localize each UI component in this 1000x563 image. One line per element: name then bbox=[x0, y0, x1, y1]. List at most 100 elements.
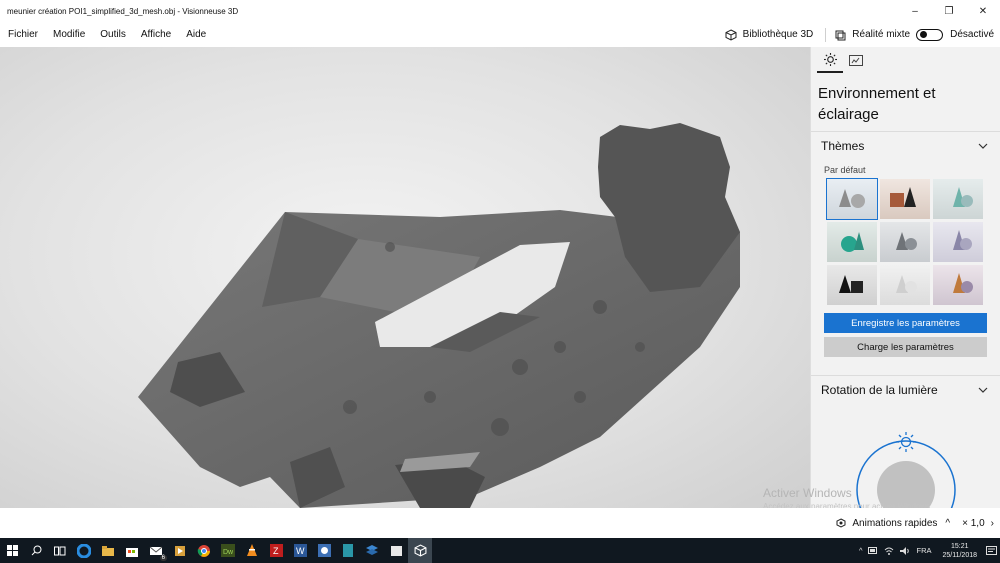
minimize-button[interactable]: – bbox=[898, 0, 932, 22]
menu-modifie[interactable]: Modifie bbox=[45, 29, 92, 40]
taskbar-3d-viewer[interactable] bbox=[408, 538, 432, 563]
restore-button[interactable]: ❐ bbox=[932, 0, 966, 22]
taskbar-edge[interactable] bbox=[72, 538, 96, 563]
chevron-down-icon bbox=[978, 143, 988, 149]
themes-section-header[interactable]: Thèmes bbox=[811, 131, 1000, 159]
theme-dark[interactable] bbox=[827, 265, 877, 305]
default-label: Par défaut bbox=[824, 165, 866, 175]
menu-fichier[interactable]: Fichier bbox=[0, 29, 45, 40]
vlc-icon bbox=[247, 544, 257, 556]
taskbar-explorer[interactable] bbox=[96, 538, 120, 563]
toggle-knob bbox=[920, 31, 928, 38]
rotation-label: Rotation de la lumière bbox=[821, 382, 938, 397]
language-indicator[interactable]: FRA bbox=[916, 546, 931, 555]
environment-panel: Environnement et éclairage Thèmes Par dé… bbox=[810, 47, 1000, 508]
themes-label: Thèmes bbox=[821, 138, 865, 153]
theme-sunset[interactable] bbox=[933, 265, 983, 305]
filezilla-icon: Z bbox=[269, 544, 283, 557]
zoom-level[interactable]: × 1,0 bbox=[962, 518, 985, 529]
clock[interactable]: 15:21 25/11/2018 bbox=[942, 542, 977, 560]
theme-preview-icon bbox=[953, 230, 972, 250]
window-title: meunier création POI1_simplified_3d_mesh… bbox=[7, 6, 239, 16]
library-3d-button[interactable]: Bibliothèque 3D bbox=[725, 28, 814, 41]
tray-chevron-up-icon[interactable]: ^ bbox=[859, 546, 863, 555]
save-settings-button[interactable]: Enregistre les paramètres bbox=[824, 313, 987, 333]
taskbar-vlc[interactable] bbox=[240, 538, 264, 563]
mail-icon bbox=[149, 546, 163, 555]
mixed-reality-toggle[interactable] bbox=[916, 28, 944, 41]
theme-preview-icon bbox=[839, 189, 865, 208]
theme-preview-icon bbox=[841, 232, 864, 252]
taskbar: 6 Dw Z W ^ FRA 15:21 25/11/2018 bbox=[0, 538, 1000, 563]
volume-icon[interactable] bbox=[900, 546, 910, 555]
3d-viewer-icon bbox=[414, 544, 426, 557]
menu-affiche[interactable]: Affiche bbox=[133, 29, 178, 40]
zoom-chevron-icon[interactable]: › bbox=[991, 518, 994, 529]
taskbar-word[interactable]: W bbox=[288, 538, 312, 563]
chevron-down-icon bbox=[978, 387, 988, 393]
taskbar-media[interactable] bbox=[168, 538, 192, 563]
tab-stats[interactable] bbox=[843, 47, 869, 73]
close-button[interactable]: ✕ bbox=[966, 0, 1000, 22]
taskbar-filezilla[interactable]: Z bbox=[264, 538, 288, 563]
teal-app-icon bbox=[343, 544, 353, 557]
theme-grid bbox=[811, 178, 1000, 305]
library-3d-label: Bibliothèque 3D bbox=[742, 29, 814, 40]
dreamweaver-icon: Dw bbox=[221, 544, 235, 557]
animations-label: Animations rapides bbox=[852, 517, 938, 529]
mixed-reality-control[interactable]: Réalité mixte Désactivé bbox=[834, 28, 994, 41]
taskbar-app-note[interactable] bbox=[384, 538, 408, 563]
theme-grey[interactable] bbox=[880, 222, 930, 262]
light-sun-icon bbox=[896, 432, 916, 452]
theme-green[interactable] bbox=[827, 222, 877, 262]
notifications-icon[interactable] bbox=[986, 545, 997, 556]
theme-lavender[interactable] bbox=[933, 222, 983, 262]
store-icon bbox=[126, 547, 138, 557]
theme-warm[interactable] bbox=[880, 179, 930, 219]
windows-logo-icon bbox=[6, 545, 18, 556]
svg-text:Dw: Dw bbox=[223, 549, 234, 556]
3d-viewport[interactable] bbox=[0, 47, 810, 508]
theme-preview-icon bbox=[896, 275, 917, 293]
rotation-section-header[interactable]: Rotation de la lumière bbox=[811, 375, 1000, 403]
mixed-reality-icon bbox=[835, 30, 846, 40]
wifi-icon[interactable] bbox=[884, 547, 894, 555]
taskbar-dreamweaver[interactable]: Dw bbox=[216, 538, 240, 563]
svg-text:Z: Z bbox=[273, 546, 279, 556]
panel-heading: Environnement et éclairage bbox=[818, 85, 936, 123]
note-app-icon bbox=[390, 545, 402, 556]
menu-outils[interactable]: Outils bbox=[92, 29, 133, 40]
theme-light[interactable] bbox=[880, 265, 930, 305]
battery-icon[interactable] bbox=[868, 547, 878, 554]
clock-date: 25/11/2018 bbox=[942, 551, 977, 559]
start-button[interactable] bbox=[0, 538, 24, 563]
mesh-model bbox=[138, 123, 740, 508]
load-settings-button[interactable]: Charge les paramètres bbox=[824, 337, 987, 357]
media-player-icon bbox=[175, 545, 185, 556]
stats-icon bbox=[849, 54, 863, 66]
menu-separator bbox=[825, 27, 827, 42]
activation-watermark: Activer Windows bbox=[763, 486, 852, 500]
taskbar-app-globe[interactable] bbox=[312, 538, 336, 563]
taskbar-chrome[interactable] bbox=[192, 538, 216, 563]
layers-app-icon bbox=[366, 545, 378, 555]
svg-text:W: W bbox=[296, 546, 305, 556]
taskbar-store[interactable] bbox=[120, 538, 144, 563]
theme-default[interactable] bbox=[826, 178, 878, 220]
folder-icon bbox=[102, 545, 114, 556]
taskbar-mail[interactable]: 6 bbox=[144, 538, 168, 563]
tab-lighting[interactable] bbox=[817, 47, 843, 73]
toggle-state-label: Désactivé bbox=[950, 29, 994, 40]
search-button[interactable] bbox=[24, 538, 48, 563]
chrome-icon bbox=[197, 544, 210, 557]
theme-preview-icon bbox=[896, 232, 917, 250]
animations-chevron-up-icon[interactable]: ^ bbox=[945, 518, 950, 529]
globe-app-icon bbox=[317, 544, 331, 557]
taskbar-app-teal[interactable] bbox=[336, 538, 360, 563]
cube-icon bbox=[725, 28, 737, 41]
taskbar-app-layers[interactable] bbox=[360, 538, 384, 563]
task-view-button[interactable] bbox=[48, 538, 72, 563]
animations-control[interactable]: Animations rapides ^ bbox=[835, 518, 950, 529]
menu-aide[interactable]: Aide bbox=[178, 29, 213, 40]
theme-teal[interactable] bbox=[933, 179, 983, 219]
